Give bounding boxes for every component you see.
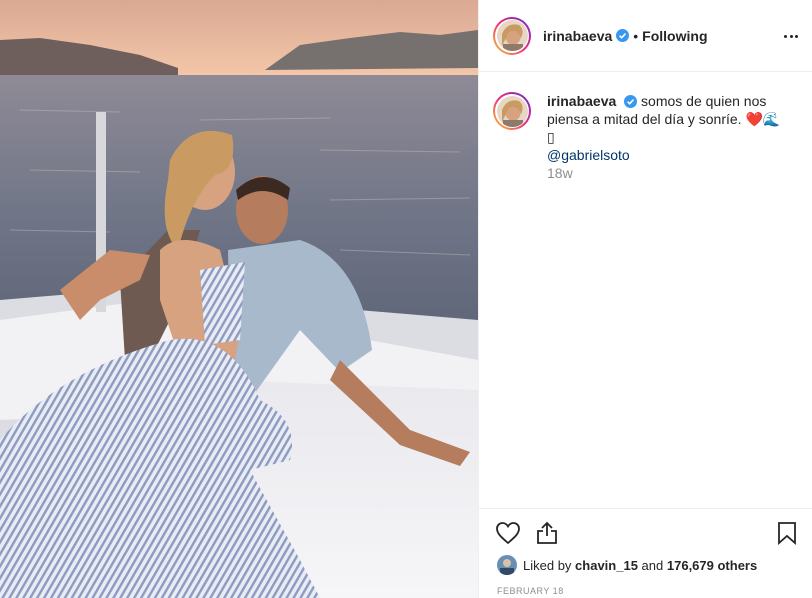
caption-username[interactable]: irinabaeva bbox=[547, 93, 616, 109]
first-liker-link[interactable]: chavin_15 bbox=[575, 558, 638, 573]
more-options-icon[interactable] bbox=[784, 26, 798, 46]
likes-count-link[interactable]: 176,679 others bbox=[667, 558, 757, 573]
liker-avatar-photo bbox=[497, 555, 517, 575]
caption-text-block: irinabaeva somos de quien nos piensa a m… bbox=[547, 92, 787, 164]
post-actions-bar bbox=[479, 508, 812, 548]
share-icon[interactable] bbox=[535, 521, 559, 545]
post-date[interactable]: FEBRUARY 18 bbox=[497, 586, 564, 596]
liker-avatar[interactable] bbox=[497, 555, 517, 575]
verified-badge-icon bbox=[616, 29, 630, 42]
avatar-photo bbox=[496, 95, 528, 127]
post-header: irinabaeva • Following bbox=[479, 0, 812, 72]
verified-badge-icon bbox=[624, 95, 638, 108]
likes-summary: Liked by chavin_15 and 176,679 others bbox=[497, 555, 757, 575]
following-button[interactable]: Following bbox=[642, 28, 707, 44]
post-side-panel: irinabaeva • Following irinabaeva somos … bbox=[478, 0, 812, 598]
post-time-ago[interactable]: 18w bbox=[547, 165, 573, 181]
post-caption: irinabaeva somos de quien nos piensa a m… bbox=[493, 92, 796, 164]
separator-dot: • bbox=[633, 27, 639, 44]
caption-author-avatar[interactable] bbox=[493, 92, 531, 130]
heart-icon[interactable] bbox=[495, 521, 521, 545]
author-username[interactable]: irinabaeva bbox=[543, 28, 612, 44]
post-image bbox=[0, 0, 478, 598]
avatar-photo bbox=[496, 20, 528, 51]
likes-prefix: Liked by bbox=[523, 557, 572, 573]
post-photo[interactable] bbox=[0, 0, 478, 598]
bookmark-icon[interactable] bbox=[777, 521, 797, 545]
author-avatar[interactable] bbox=[493, 16, 531, 55]
caption-mention-link[interactable]: @gabrielsoto bbox=[547, 146, 787, 164]
likes-conjunction: and bbox=[641, 557, 664, 573]
